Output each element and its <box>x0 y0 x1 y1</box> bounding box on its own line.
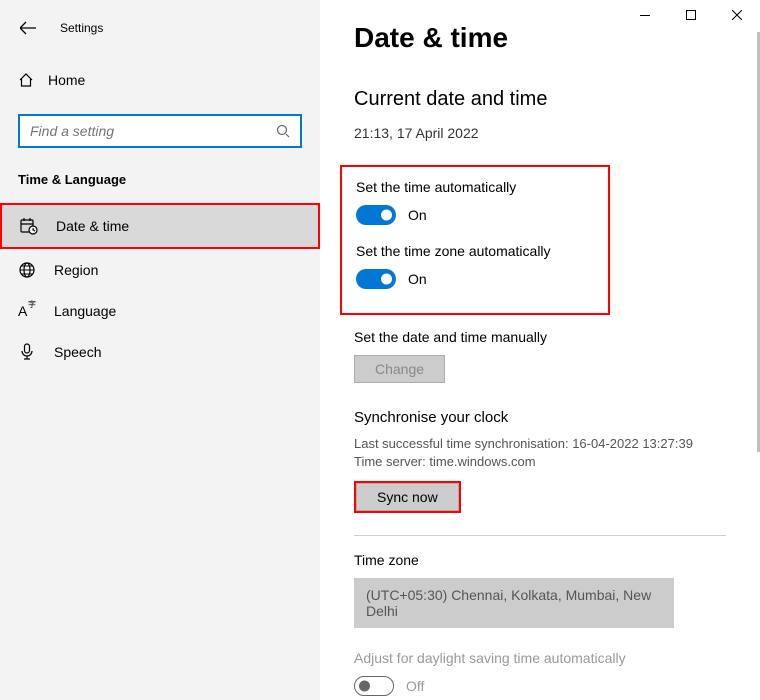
back-button[interactable] <box>18 18 38 38</box>
search-icon <box>276 124 290 138</box>
auto-time-state: On <box>408 207 427 223</box>
sidebar-item-label: Date & time <box>56 218 129 234</box>
microphone-icon <box>18 343 36 361</box>
language-icon: A字 <box>18 303 36 319</box>
sidebar-item-label: Language <box>54 303 116 319</box>
home-label: Home <box>48 72 85 88</box>
sidebar-item-label: Region <box>54 262 98 278</box>
sidebar-item-language[interactable]: A字 Language <box>0 291 320 331</box>
sync-now-button[interactable]: Sync now <box>356 483 459 511</box>
auto-time-label: Set the time automatically <box>356 179 594 195</box>
minimize-button[interactable] <box>622 0 668 30</box>
current-datetime-value: 21:13, 17 April 2022 <box>354 125 726 141</box>
dst-state: Off <box>406 678 424 694</box>
highlight-auto-settings: Set the time automatically On Set the ti… <box>340 165 610 315</box>
manual-label: Set the date and time manually <box>354 329 726 345</box>
sidebar: Settings Home Time & Language Date & tim… <box>0 0 320 700</box>
section-heading: Time & Language <box>0 172 320 203</box>
search-input-wrapper[interactable] <box>18 114 302 148</box>
change-button: Change <box>354 355 445 383</box>
auto-tz-label: Set the time zone automatically <box>356 243 594 259</box>
home-link[interactable]: Home <box>0 62 320 98</box>
sidebar-item-region[interactable]: Region <box>0 249 320 291</box>
sidebar-item-date-time[interactable]: Date & time <box>2 205 318 247</box>
divider <box>354 535 726 536</box>
sidebar-item-speech[interactable]: Speech <box>0 331 320 373</box>
search-input[interactable] <box>30 123 276 139</box>
sync-server: Time server: time.windows.com <box>354 454 726 469</box>
auto-time-toggle[interactable] <box>356 205 396 225</box>
close-button[interactable] <box>714 0 760 30</box>
sync-heading: Synchronise your clock <box>354 409 726 426</box>
auto-tz-state: On <box>408 271 427 287</box>
calendar-clock-icon <box>20 217 38 235</box>
auto-tz-toggle[interactable] <box>356 269 396 289</box>
maximize-button[interactable] <box>668 0 714 30</box>
dst-toggle <box>354 676 394 696</box>
globe-icon <box>18 261 36 279</box>
main-content: Date & time Current date and time 21:13,… <box>320 0 760 700</box>
dst-label: Adjust for daylight saving time automati… <box>354 650 726 666</box>
sync-last: Last successful time synchronisation: 16… <box>354 436 726 451</box>
tz-label: Time zone <box>354 552 726 568</box>
home-icon <box>18 72 34 88</box>
sidebar-item-label: Speech <box>54 344 101 360</box>
window-title: Settings <box>60 21 103 35</box>
timezone-select[interactable]: (UTC+05:30) Chennai, Kolkata, Mumbai, Ne… <box>354 578 674 628</box>
current-heading: Current date and time <box>354 88 726 111</box>
